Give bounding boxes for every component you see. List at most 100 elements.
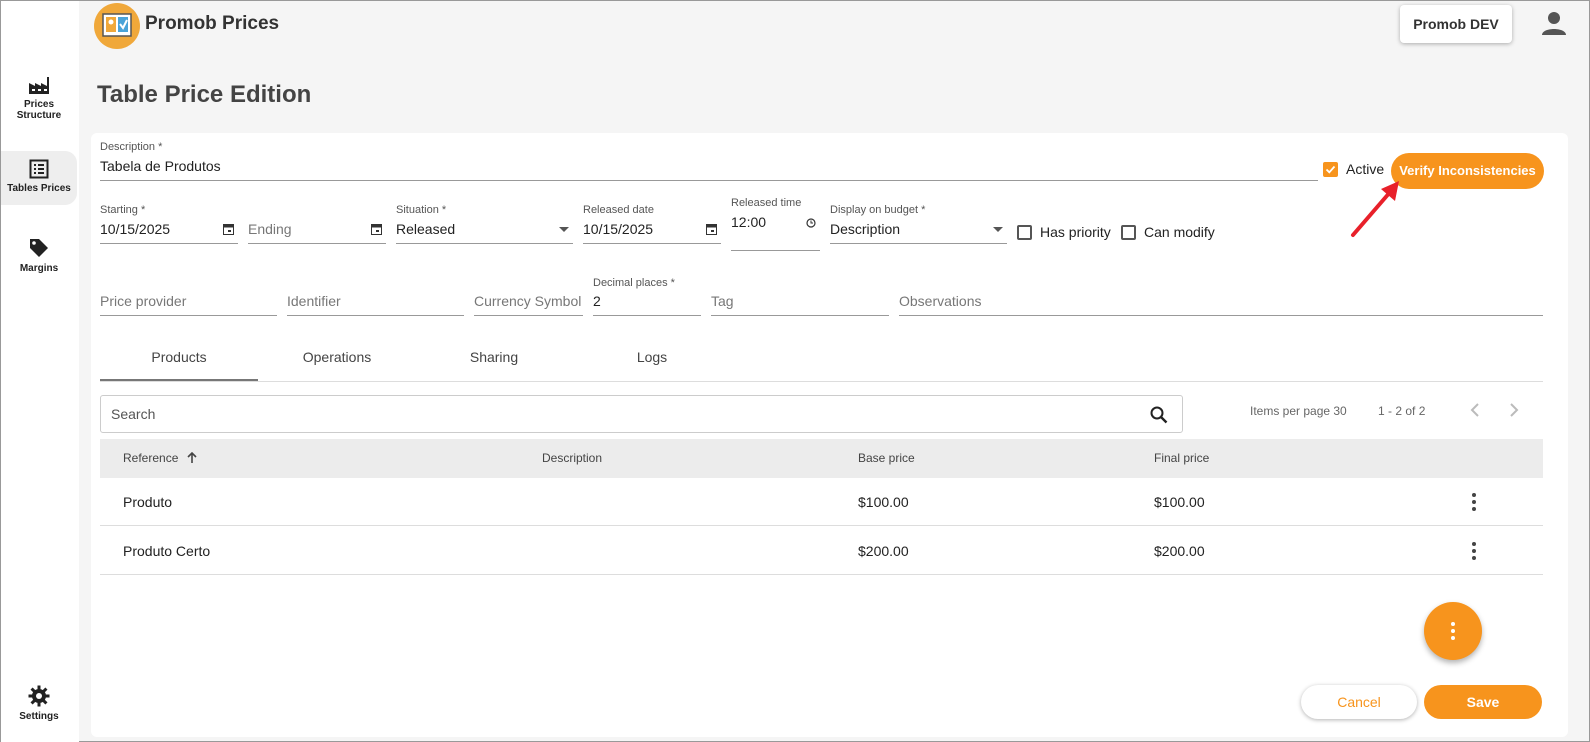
tabs-divider	[100, 381, 1543, 382]
column-header-description[interactable]: Description	[542, 451, 602, 465]
can-modify-checkbox[interactable]: Can modify	[1121, 224, 1215, 240]
ending-date-field[interactable]: Ending	[248, 204, 386, 244]
more-actions-fab[interactable]	[1424, 602, 1482, 660]
tag-icon	[30, 239, 48, 257]
starting-date-field[interactable]: Starting * 10/15/2025	[100, 204, 238, 244]
sidebar-item-label: Settings	[19, 711, 59, 722]
tab-operations[interactable]: Operations	[258, 349, 416, 365]
identifier-field[interactable]: Identifier	[287, 277, 464, 316]
cell-final-price: $100.00	[1154, 494, 1205, 510]
cell-base-price: $200.00	[858, 543, 909, 559]
currency-symbol-field[interactable]: Currency Symbol	[474, 277, 583, 316]
observations-placeholder: Observations	[899, 293, 982, 309]
observations-field[interactable]: Observations	[899, 277, 1543, 316]
page-range: 1 - 2 of 2	[1378, 404, 1426, 418]
column-header-final-price[interactable]: Final price	[1154, 451, 1209, 465]
tab-logs[interactable]: Logs	[573, 349, 731, 365]
calendar-icon[interactable]	[706, 223, 717, 235]
has-priority-label: Has priority	[1040, 224, 1111, 240]
app-title: Promob Prices	[145, 13, 280, 34]
identifier-placeholder: Identifier	[287, 293, 341, 309]
price-provider-field[interactable]: Price provider	[100, 277, 277, 316]
price-board-icon	[102, 13, 132, 37]
has-priority-checkbox[interactable]: Has priority	[1017, 224, 1111, 240]
ending-placeholder: Ending	[248, 221, 292, 237]
sidebar-item-label: Margins	[19, 263, 59, 274]
factory-icon	[29, 77, 49, 94]
app-logo	[94, 3, 140, 49]
search-box	[100, 395, 1183, 433]
can-modify-label: Can modify	[1144, 224, 1215, 240]
table-row[interactable]: Produto Certo $200.00 $200.00	[100, 527, 1543, 575]
cell-reference: Produto Certo	[123, 543, 211, 559]
save-button[interactable]: Save	[1424, 685, 1542, 719]
sort-ascending-icon[interactable]	[186, 451, 198, 464]
dropdown-arrow-icon	[559, 227, 569, 232]
decimal-places-field[interactable]: Decimal places * 2	[593, 277, 701, 316]
checkbox-unchecked-icon	[1121, 224, 1136, 240]
released-time-label: Released time	[731, 197, 802, 209]
active-label: Active	[1346, 161, 1385, 177]
display-on-budget-select[interactable]: Display on budget * Description	[830, 204, 1007, 244]
cancel-button[interactable]: Cancel	[1301, 685, 1417, 719]
released-time-field[interactable]: Released time 12:00	[731, 197, 820, 251]
checkbox-checked-icon	[1323, 161, 1338, 177]
sidebar-item-settings[interactable]: Settings	[1, 685, 77, 722]
sidebar-item-label: Tables Prices	[7, 183, 71, 194]
released-date-field[interactable]: Released date 10/15/2025	[583, 204, 721, 244]
page-title: Table Price Edition	[97, 81, 312, 108]
search-input[interactable]	[111, 406, 1111, 422]
active-tab-indicator	[100, 379, 258, 381]
table-header: Reference Description Base price Final p…	[100, 439, 1543, 478]
sidebar-item-tables-prices[interactable]: Tables Prices	[1, 151, 77, 205]
description-label: Description *	[100, 141, 163, 153]
checkbox-unchecked-icon	[1017, 224, 1032, 240]
active-checkbox[interactable]: Active	[1323, 161, 1384, 177]
decimal-places-label: Decimal places *	[593, 277, 675, 289]
table-row[interactable]: Produto $100.00 $100.00	[100, 478, 1543, 526]
released-date-label: Released date	[583, 204, 654, 216]
more-vertical-icon[interactable]	[1470, 492, 1478, 512]
chevron-right-icon[interactable]	[1506, 401, 1522, 419]
description-field[interactable]: Description * Tabela de Produtos	[100, 141, 1318, 181]
situation-select[interactable]: Situation * Released	[396, 204, 573, 244]
description-value: Tabela de Produtos	[100, 158, 221, 174]
situation-value: Released	[396, 221, 456, 237]
list-icon	[29, 159, 49, 179]
cell-reference: Produto	[123, 494, 173, 510]
gear-icon	[28, 685, 50, 707]
chevron-left-icon[interactable]	[1467, 401, 1483, 419]
annotation-arrow-icon	[1351, 181, 1399, 237]
column-header-base-price[interactable]: Base price	[858, 451, 915, 465]
column-header-label: Reference	[123, 451, 179, 465]
search-icon[interactable]	[1150, 406, 1168, 424]
clock-icon[interactable]	[806, 218, 816, 228]
more-vertical-icon	[1451, 622, 1455, 640]
cell-base-price: $100.00	[858, 494, 909, 510]
tag-field[interactable]: Tag	[711, 277, 889, 316]
items-per-page: Items per page 30	[1250, 404, 1347, 418]
display-budget-label: Display on budget *	[830, 204, 926, 216]
starting-value: 10/15/2025	[100, 221, 171, 237]
environment-button[interactable]: Promob DEV	[1400, 5, 1512, 43]
currency-symbol-placeholder: Currency Symbol	[474, 293, 582, 309]
more-vertical-icon[interactable]	[1470, 541, 1478, 561]
user-account-icon[interactable]	[1541, 10, 1567, 36]
price-provider-placeholder: Price provider	[100, 293, 187, 309]
released-date-value: 10/15/2025	[583, 221, 654, 237]
tab-sharing[interactable]: Sharing	[415, 349, 573, 365]
sidebar-item-margins[interactable]: Margins	[1, 237, 77, 274]
dropdown-arrow-icon	[993, 227, 1003, 232]
tab-products[interactable]: Products	[100, 349, 258, 365]
verify-inconsistencies-button[interactable]: Verify Inconsistencies	[1391, 153, 1544, 189]
sidebar-item-prices-structure[interactable]: Prices Structure	[1, 75, 77, 121]
decimal-places-value: 2	[593, 293, 601, 309]
starting-label: Starting *	[100, 204, 146, 216]
display-budget-value: Description	[830, 221, 901, 237]
tag-placeholder: Tag	[711, 293, 734, 309]
column-header-reference[interactable]: Reference	[123, 451, 198, 465]
calendar-icon[interactable]	[371, 223, 382, 235]
calendar-icon[interactable]	[223, 223, 234, 235]
released-time-value: 12:00	[731, 214, 767, 230]
situation-label: Situation *	[396, 204, 447, 216]
